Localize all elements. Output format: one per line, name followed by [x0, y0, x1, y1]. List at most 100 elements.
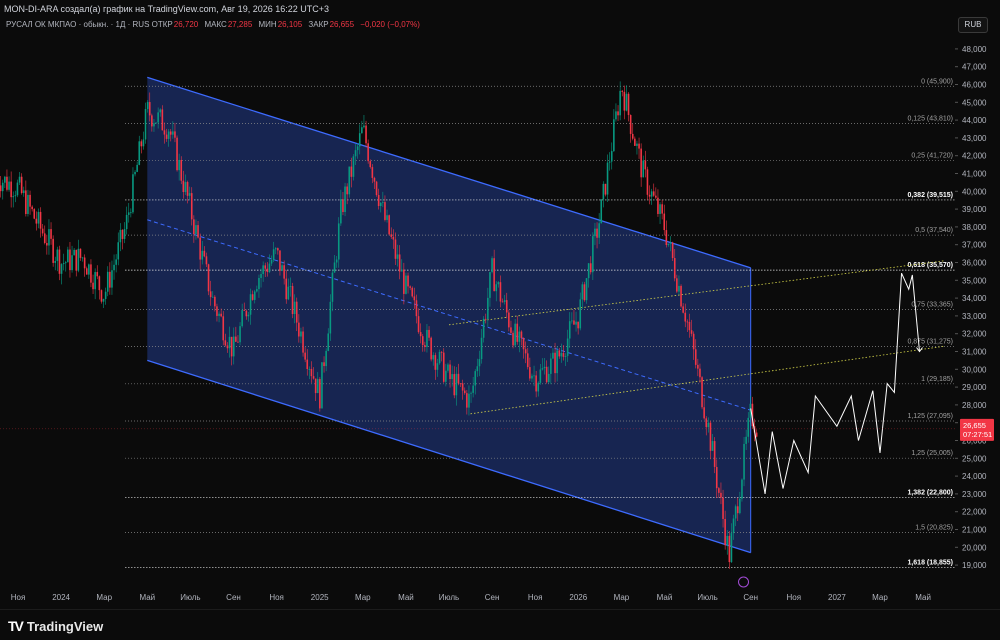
candle-body: [388, 215, 390, 235]
candle-body: [361, 127, 363, 134]
candle-body: [636, 143, 638, 146]
fib-level-label: 0,25 (41,720): [911, 153, 953, 160]
candle-body: [583, 284, 586, 301]
candle-body: [379, 202, 382, 207]
y-tick-label: 37,000: [962, 241, 987, 250]
tradingview-logo[interactable]: TV TradingView: [8, 618, 103, 634]
candle-body: [430, 337, 432, 360]
candle-body: [178, 159, 180, 171]
candle-body: [270, 259, 273, 264]
candle-body: [237, 341, 239, 343]
candle-body: [350, 166, 353, 177]
candle-body: [560, 353, 563, 357]
candle-body: [98, 276, 101, 291]
candle-body: [268, 263, 271, 273]
candle-body: [466, 393, 468, 408]
candle-body: [447, 364, 449, 371]
candle-body: [71, 255, 73, 271]
candle-body: [199, 237, 201, 260]
price-chart[interactable]: 48,000 47,000 46,000 45,000 44,000 43,000 42,0…: [0, 0, 1000, 609]
candle-body: [277, 248, 279, 251]
candle-body: [640, 148, 642, 178]
candle-body: [289, 286, 292, 287]
candle-body: [524, 349, 527, 354]
candle-body: [497, 282, 500, 285]
candle-body: [529, 367, 531, 379]
x-tick-label: Июль: [180, 593, 200, 602]
candle-body: [684, 312, 687, 322]
candle-body: [736, 506, 739, 514]
candle-body: [136, 164, 138, 172]
candle-body: [449, 364, 451, 380]
y-tick-label: 24,000: [962, 472, 987, 481]
candle-body: [125, 214, 128, 230]
candle-body: [279, 250, 281, 271]
fib-level-label: 0,75 (33,365): [911, 301, 953, 308]
candle-body: [159, 109, 162, 113]
candle-body: [631, 133, 634, 139]
candle-body: [743, 443, 745, 480]
candle-body: [115, 259, 117, 265]
candle-body: [25, 190, 27, 214]
candle-body: [298, 322, 300, 337]
candle-body: [617, 111, 619, 116]
candle-body: [247, 314, 250, 317]
candle-body: [505, 300, 508, 313]
candle-body: [241, 310, 243, 327]
candle-body: [550, 358, 552, 374]
y-tick-label: 25,000: [962, 454, 987, 463]
candle-body: [671, 242, 674, 259]
candle-body: [373, 177, 376, 182]
candle-body: [713, 441, 716, 467]
candle-body: [127, 212, 130, 215]
candle-body: [190, 193, 193, 220]
candle-body: [69, 249, 71, 271]
x-tick-label: Ноя: [269, 593, 284, 602]
candle-body: [394, 239, 397, 259]
candle-body: [201, 250, 204, 260]
candle-body: [682, 306, 684, 313]
x-tick-label: Мар: [872, 593, 888, 602]
x-tick-label: Май: [139, 593, 155, 602]
fib-level-label: 1,618 (18,855): [907, 560, 953, 567]
candle-body: [142, 139, 145, 147]
fib-level-label: 1,5 (20,825): [915, 525, 953, 532]
candle-body: [657, 197, 659, 214]
candle-body: [531, 375, 533, 379]
candle-body: [249, 294, 252, 315]
candle-body: [228, 336, 231, 349]
candle-body: [161, 109, 164, 131]
candle-body: [650, 191, 653, 197]
candle-body: [537, 382, 540, 392]
candle-body: [417, 316, 420, 333]
x-tick-label: Сен: [743, 593, 758, 602]
candle-body: [489, 272, 491, 298]
candle-body: [344, 186, 346, 213]
fib-level-label: 0 (45,900): [921, 78, 953, 85]
candle-body: [333, 262, 336, 273]
y-tick-label: 45,000: [962, 98, 987, 107]
candle-body: [302, 331, 304, 353]
candle-body: [62, 263, 65, 265]
candle-body: [327, 333, 330, 351]
candle-body: [211, 296, 214, 298]
candle-body: [669, 242, 672, 244]
candle-body: [224, 340, 227, 346]
candle-body: [356, 146, 359, 151]
candle-body: [245, 310, 248, 317]
candle-body: [132, 174, 134, 213]
fib-level-label: 0,382 (39,515): [907, 192, 953, 199]
candle-body: [321, 362, 323, 409]
candle-body: [274, 248, 277, 250]
candle-body: [287, 286, 290, 300]
candle-body: [0, 185, 2, 192]
candle-body: [218, 313, 220, 316]
x-tick-label: Ноя: [528, 593, 543, 602]
candle-body: [184, 182, 187, 193]
candle-body: [283, 265, 285, 279]
candle-body: [119, 229, 122, 243]
candle-body: [92, 282, 94, 290]
candle-body: [432, 355, 435, 360]
fib-level-label: 0,125 (43,810): [907, 115, 953, 122]
fib-level-label: 0,618 (35,570): [907, 262, 953, 269]
